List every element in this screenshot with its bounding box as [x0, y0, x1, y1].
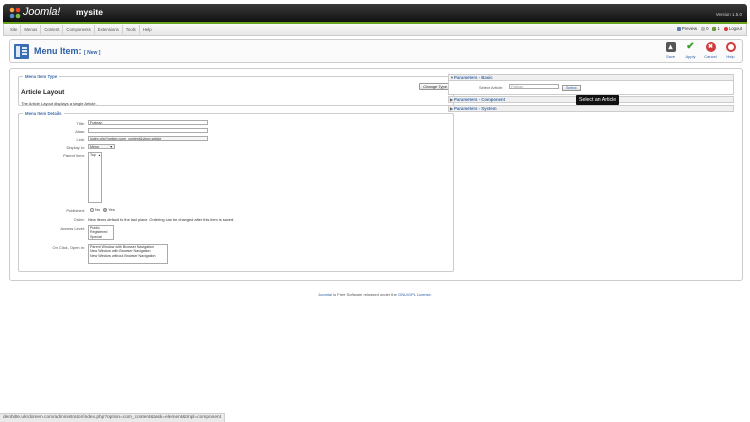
- display-in-value: Menu: [90, 145, 99, 149]
- menu-site[interactable]: Site: [7, 25, 22, 34]
- status-area: Preview 0 1 Logout: [676, 26, 742, 31]
- select-article-button[interactable]: Select: [562, 85, 581, 91]
- title-label: Title:: [76, 121, 85, 126]
- cancel-button[interactable]: ✖ Cancel: [702, 42, 719, 59]
- parent-item-option[interactable]: Top: [90, 153, 96, 157]
- license-link[interactable]: GNU/GPL License.: [398, 292, 432, 297]
- joomla-logo-icon: [9, 7, 21, 19]
- menu-item-icon: [14, 44, 29, 59]
- preview-label: Preview: [681, 26, 698, 31]
- published-no-radio[interactable]: [90, 208, 94, 212]
- save-icon: ▴: [665, 42, 676, 52]
- parent-item-label: Parent Item:: [63, 153, 85, 158]
- save-button[interactable]: ▴ Save: [662, 42, 679, 59]
- alias-label: Alias:: [75, 129, 85, 134]
- page-title: Menu Item: [ New ]: [34, 46, 100, 56]
- top-menu-bar: Site Menus Content Components Extensions…: [3, 24, 747, 36]
- preview-link[interactable]: Preview: [676, 26, 698, 31]
- main-menu: Site Menus Content Components Extensions…: [7, 25, 155, 34]
- footer: Joomla! is Free Software released under …: [0, 292, 750, 297]
- title-input[interactable]: Fratean: [88, 120, 208, 125]
- menu-item-details-fieldset: Menu Item Details Title: Fratean Alias: …: [18, 111, 454, 272]
- chevron-right-icon: ▶: [450, 97, 454, 102]
- parameters-basic-header[interactable]: ▼ Parameters - Basic: [448, 74, 734, 81]
- access-option-special[interactable]: Special: [90, 235, 113, 239]
- access-level-label: Access Level:: [60, 226, 85, 231]
- logo-text: Joomla!: [23, 6, 61, 18]
- published-no-label: No: [95, 207, 101, 212]
- apply-label: Apply: [685, 54, 696, 59]
- select-article-label: Select Article:: [479, 85, 504, 90]
- link-input[interactable]: index.php?option=com_content&view=articl…: [88, 136, 208, 141]
- display-in-label: Display in:: [66, 145, 85, 150]
- help-label: Help: [726, 54, 735, 59]
- help-button[interactable]: Help: [722, 42, 739, 59]
- select-article-tooltip: Select an Article: [576, 95, 620, 105]
- onclick-list[interactable]: Parent Window with Browser Navigation Ne…: [88, 244, 168, 264]
- menu-help[interactable]: Help: [140, 25, 155, 34]
- menu-extensions[interactable]: Extensions: [95, 25, 123, 34]
- scroll-up-icon: ▲: [98, 153, 101, 157]
- main-panel: Menu Item Type Article Layout The Articl…: [9, 68, 743, 281]
- help-icon: [725, 42, 736, 52]
- toolbar-buttons: ▴ Save ✔ Apply ✖ Cancel Help: [662, 42, 739, 59]
- access-level-list[interactable]: Public Registered Special: [88, 225, 114, 240]
- menu-menus[interactable]: Menus: [21, 25, 42, 34]
- menu-tools[interactable]: Tools: [123, 25, 140, 34]
- chevron-down-icon: ▼: [109, 145, 113, 149]
- select-article-input[interactable]: Fratean: [509, 84, 559, 89]
- users-icon: [712, 27, 717, 31]
- joomla-footer-link[interactable]: Joomla!: [318, 292, 332, 297]
- parameters-system-title: Parameters - System: [454, 106, 497, 111]
- cancel-icon: ✖: [705, 42, 716, 52]
- menu-type-title: Article Layout: [21, 89, 65, 96]
- onclick-label: On Click, Open in:: [52, 245, 85, 250]
- menu-type-description: The Article Layout displays a single Art…: [21, 101, 97, 106]
- order-label: Order:: [73, 217, 85, 222]
- save-label: Save: [665, 54, 676, 59]
- link-label: Link:: [76, 137, 85, 142]
- published-yes-label: Yes: [108, 207, 115, 212]
- users-count[interactable]: 1: [712, 26, 720, 31]
- check-icon: ✔: [686, 41, 695, 52]
- logout-icon: [723, 27, 728, 31]
- change-type-button[interactable]: Change Type: [419, 83, 451, 90]
- order-text: New items default to the last place. Ord…: [88, 217, 235, 222]
- page-subtitle: [ New ]: [84, 50, 101, 56]
- parent-item-list[interactable]: Top ▲: [88, 152, 102, 203]
- toolbar-box: Menu Item: [ New ] ▴ Save ✔ Apply ✖ Canc…: [9, 39, 743, 63]
- alias-input[interactable]: [88, 128, 208, 133]
- admin-header: Joomla! mysite Version 1.5.0: [3, 4, 747, 22]
- page-title-text: Menu Item:: [34, 46, 82, 56]
- menu-item-details-legend: Menu Item Details: [23, 111, 64, 116]
- messages-value: 0: [706, 26, 709, 31]
- site-name: mysite: [76, 7, 103, 17]
- logout-link[interactable]: Logout: [723, 26, 742, 31]
- published-label: Published:: [66, 208, 85, 213]
- apply-button[interactable]: ✔ Apply: [682, 41, 699, 60]
- menu-item-type-legend: Menu Item Type: [23, 74, 60, 79]
- browser-status-url: denbitte.ukrdomen.com/administrator/inde…: [0, 413, 225, 422]
- footer-text: is Free Software released under the: [333, 292, 397, 297]
- parameters-basic-body: Select Article: Fratean Select: [448, 81, 734, 95]
- menu-item-type-fieldset: Menu Item Type Article Layout The Articl…: [18, 74, 454, 106]
- logout-label: Logout: [728, 26, 742, 31]
- parameters-basic-title: Parameters - Basic: [454, 75, 493, 80]
- users-value: 1: [717, 26, 720, 31]
- published-radios: No Yes: [88, 207, 115, 212]
- preview-icon: [676, 27, 681, 31]
- published-yes-radio[interactable]: [103, 208, 108, 212]
- chevron-right-icon: ▶: [450, 106, 454, 111]
- parameters-system-header[interactable]: ▶ Parameters - System: [448, 105, 734, 112]
- version-text: Version 1.5.0: [715, 12, 742, 17]
- onclick-option-new-nonav[interactable]: New Window without Browser Navigation: [90, 254, 167, 258]
- messages-icon: [701, 27, 706, 31]
- menu-components[interactable]: Components: [63, 25, 95, 34]
- parameters-component-title: Parameters - Component: [454, 97, 506, 102]
- messages-count[interactable]: 0: [701, 26, 708, 31]
- display-in-select[interactable]: Menu ▼: [88, 144, 115, 149]
- cancel-label: Cancel: [704, 54, 717, 59]
- menu-content[interactable]: Content: [41, 25, 64, 34]
